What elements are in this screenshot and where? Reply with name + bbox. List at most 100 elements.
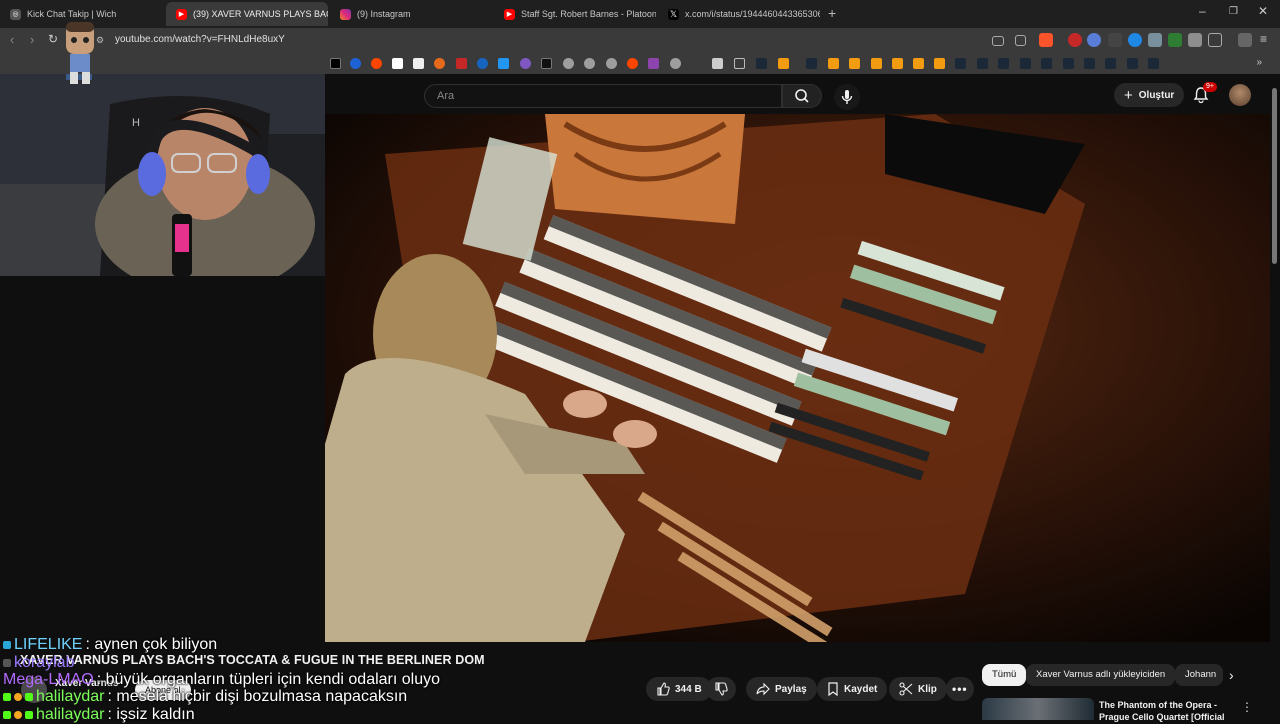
chat-text: : işsiz kaldın bbox=[107, 706, 195, 723]
bookmark-icon[interactable] bbox=[670, 58, 681, 69]
extension-icon[interactable] bbox=[1148, 33, 1162, 47]
bookmark-icon[interactable] bbox=[778, 58, 789, 69]
bookmark-steam-icon[interactable] bbox=[1127, 58, 1138, 69]
bookmark-icon[interactable] bbox=[606, 58, 617, 69]
recommendation-title[interactable]: The Phantom of the Opera - Prague Cello … bbox=[1099, 699, 1229, 723]
extension-icon[interactable] bbox=[1128, 33, 1142, 47]
puzzle-icon[interactable] bbox=[1188, 33, 1202, 47]
chat-badge-icon bbox=[3, 659, 11, 667]
extension-icon[interactable] bbox=[1108, 33, 1122, 47]
create-button[interactable]: + Oluştur bbox=[1114, 83, 1185, 107]
chat-username: LIFELIKE bbox=[14, 636, 83, 653]
create-label: Oluştur bbox=[1138, 89, 1175, 101]
bookmark-icon[interactable] bbox=[392, 58, 403, 69]
voice-search-button[interactable] bbox=[834, 84, 860, 110]
bookmark-icon[interactable] bbox=[541, 58, 552, 69]
back-icon[interactable]: ‹ bbox=[10, 32, 14, 47]
menu-icon[interactable]: ≡ bbox=[1260, 32, 1267, 46]
maximize-icon[interactable]: ❐ bbox=[1229, 6, 1238, 17]
chip-from-uploader[interactable]: Xaver Varnus adlı yükleyiciden bbox=[1026, 664, 1176, 686]
chip-johann[interactable]: Johann bbox=[1175, 664, 1223, 686]
chat-badge-icon bbox=[3, 693, 11, 701]
brave-shield-icon[interactable] bbox=[1039, 33, 1053, 47]
bookmark-icon[interactable] bbox=[477, 58, 488, 69]
bookmark-icon[interactable] bbox=[563, 58, 574, 69]
forward-icon[interactable]: › bbox=[30, 32, 34, 47]
tab-label: (39) XAVER VARNUS PLAYS BACH bbox=[193, 9, 328, 19]
bookmark-icon[interactable] bbox=[892, 58, 903, 69]
like-button[interactable]: 344 B bbox=[646, 677, 712, 701]
bookmark-icon[interactable] bbox=[520, 58, 531, 69]
bookmark-steam-icon[interactable] bbox=[1105, 58, 1116, 69]
bookmark-steam-icon[interactable] bbox=[1084, 58, 1095, 69]
account-avatar[interactable] bbox=[1229, 84, 1251, 106]
bookmark-icon[interactable] bbox=[934, 58, 945, 69]
minimize-icon[interactable]: – bbox=[1199, 4, 1206, 18]
chat-text: : aynen çok biliyon bbox=[85, 636, 218, 653]
bookmark-steam-icon[interactable] bbox=[756, 58, 767, 69]
media-icon[interactable] bbox=[1238, 33, 1252, 47]
bookmark-steam-icon[interactable] bbox=[806, 58, 817, 69]
search-input[interactable]: Ara bbox=[424, 84, 782, 108]
more-actions-button[interactable]: ••• bbox=[946, 677, 974, 701]
tab-label: (9) Instagram bbox=[357, 9, 411, 19]
page-scrollbar[interactable] bbox=[1272, 88, 1277, 264]
chip-all[interactable]: Tümü bbox=[982, 664, 1027, 686]
more-bookmarks-icon[interactable]: » bbox=[1256, 57, 1262, 68]
bookmark-steam-icon[interactable] bbox=[1041, 58, 1052, 69]
bookmark-reddit-icon[interactable] bbox=[371, 58, 382, 69]
plus-icon: + bbox=[1124, 86, 1133, 104]
bookmark-icon[interactable] bbox=[871, 58, 882, 69]
bookmark-steam-icon[interactable] bbox=[1020, 58, 1031, 69]
bookmark-steam-icon[interactable] bbox=[998, 58, 1009, 69]
video-player[interactable] bbox=[325, 114, 1270, 642]
bookmark-steam-icon[interactable] bbox=[1063, 58, 1074, 69]
bookmark-icon[interactable] bbox=[413, 58, 424, 69]
youtube-icon: ▶ bbox=[504, 8, 515, 20]
extension-icon[interactable] bbox=[1168, 33, 1182, 47]
share-icon[interactable] bbox=[1015, 35, 1026, 46]
bookmark-folder-icon[interactable] bbox=[734, 58, 745, 69]
bookmark-icon[interactable] bbox=[712, 58, 723, 69]
recommendation-thumbnail[interactable] bbox=[982, 698, 1094, 720]
save-label: Kaydet bbox=[844, 683, 878, 695]
tab-youtube-platoon[interactable]: ▶ Staff Sgt. Robert Barnes - Platoon (Ed bbox=[494, 2, 656, 26]
extension-icon[interactable] bbox=[1087, 33, 1101, 47]
bookmark-steam-icon[interactable] bbox=[955, 58, 966, 69]
clip-button[interactable]: Klip bbox=[889, 677, 947, 701]
bookmark-icon[interactable] bbox=[913, 58, 924, 69]
cast-icon[interactable] bbox=[992, 36, 1004, 46]
bookmark-icon[interactable] bbox=[456, 58, 467, 69]
dislike-button[interactable] bbox=[706, 677, 736, 701]
bookmark-icon[interactable] bbox=[828, 58, 839, 69]
new-tab-button[interactable]: + bbox=[828, 5, 836, 21]
chevron-right-icon[interactable]: › bbox=[1229, 667, 1234, 683]
bookmark-icon[interactable] bbox=[498, 58, 509, 69]
bookmark-steam-icon[interactable] bbox=[1148, 58, 1159, 69]
tab-x-status[interactable]: 𝕏 x.com/i/status/1944460443365306 bbox=[658, 2, 820, 26]
tab-youtube-video[interactable]: ▶ (39) XAVER VARNUS PLAYS BACH × bbox=[166, 2, 328, 26]
chat-message: halilaydar : işsiz kaldın bbox=[3, 706, 195, 724]
url-field[interactable]: youtube.com/watch?v=FHNLdHe8uxY bbox=[115, 34, 285, 45]
chat-text: : mesela hiçbir dişi bozulmasa napacaksı… bbox=[107, 688, 408, 705]
bookmark-icon[interactable] bbox=[849, 58, 860, 69]
extension-icon[interactable] bbox=[1068, 33, 1082, 47]
share-button[interactable]: Paylaş bbox=[746, 677, 817, 701]
bookmark-icon[interactable] bbox=[350, 58, 361, 69]
bookmark-reddit-icon[interactable] bbox=[627, 58, 638, 69]
search-button[interactable] bbox=[782, 84, 822, 108]
save-button[interactable]: Kaydet bbox=[817, 677, 888, 701]
bookmark-icon[interactable] bbox=[584, 58, 595, 69]
chat-badge-icon bbox=[14, 693, 22, 701]
tab-instagram[interactable]: (9) Instagram bbox=[330, 2, 490, 26]
bookmark-x-icon[interactable] bbox=[330, 58, 341, 69]
close-window-icon[interactable]: ✕ bbox=[1258, 4, 1268, 18]
bookmark-steam-icon[interactable] bbox=[977, 58, 988, 69]
search-icon bbox=[795, 89, 809, 103]
reload-icon[interactable]: ↻ bbox=[48, 32, 58, 46]
more-vertical-icon[interactable]: ⋮ bbox=[1241, 700, 1253, 714]
bookmark-icon[interactable] bbox=[434, 58, 445, 69]
sidebar-icon[interactable] bbox=[1208, 33, 1222, 47]
chat-text: : büyük organların tüpleri için kendi od… bbox=[96, 671, 441, 688]
bookmark-icon[interactable] bbox=[648, 58, 659, 69]
